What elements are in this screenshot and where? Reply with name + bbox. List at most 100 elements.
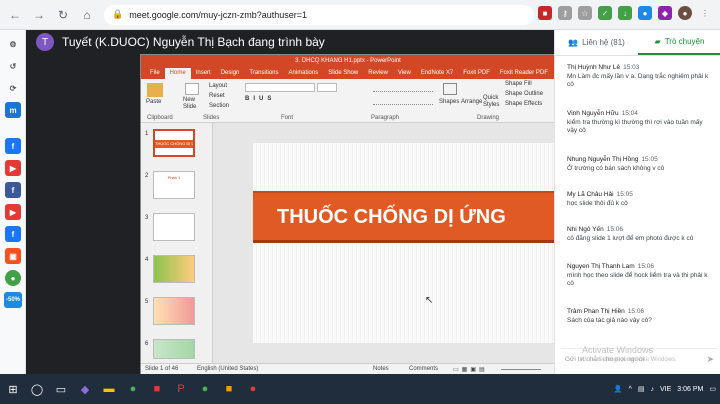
facebook-icon-3[interactable]: f (5, 226, 21, 242)
history-icon[interactable]: ↺ (5, 58, 21, 74)
slide-thumbnail-6[interactable] (153, 339, 195, 359)
recording-icon[interactable]: ● (242, 378, 264, 400)
menu-icon[interactable]: ⋮ (698, 6, 712, 20)
arrange-button[interactable]: Arrange (461, 99, 482, 105)
reload-icon[interactable]: ↻ (54, 6, 72, 24)
profile-avatar[interactable]: ● (678, 6, 692, 20)
camera-icon[interactable]: ■ (538, 6, 552, 20)
slide-thumbnail-4[interactable] (153, 255, 195, 283)
puzzle-icon[interactable]: ◆ (658, 6, 672, 20)
chrome-icon-2[interactable]: ● (194, 378, 216, 400)
slide-thumbnail-1[interactable]: THUỐC CHỐNG DỊ ỨNG (153, 129, 195, 157)
quick-styles-button[interactable]: Quick Styles (483, 95, 501, 109)
app-icon-orange[interactable]: ■ (218, 378, 240, 400)
slide-thumbnail-3[interactable] (153, 213, 195, 241)
youtube-icon[interactable]: ▶ (5, 160, 21, 176)
paste-button[interactable]: Paste (146, 99, 161, 105)
chrome-icon[interactable]: ● (122, 378, 144, 400)
comments-button[interactable]: Comments (409, 366, 438, 372)
clock[interactable]: 3:06 PM (677, 386, 703, 393)
extension-icon[interactable]: ● (638, 6, 652, 20)
title-banner: THUỐC CHỐNG DỊ ỨNG (253, 191, 555, 243)
layout-button[interactable]: Layout (209, 83, 227, 89)
shape-effects-button[interactable]: Shape Effects (505, 101, 542, 107)
tab-foxit-reader[interactable]: Foxit Reader PDF (495, 68, 553, 79)
people-tray-icon[interactable]: 👤 (614, 385, 623, 393)
back-icon[interactable]: ← (6, 6, 24, 24)
notification-icon[interactable]: ▭ (709, 385, 716, 393)
font-style-buttons[interactable]: BIUS (245, 96, 275, 102)
address-bar[interactable]: 🔒 meet.google.com/muy-jczn-zmb?authuser=… (104, 4, 534, 25)
check-icon[interactable]: ✓ (598, 6, 612, 20)
visual-studio-icon[interactable]: ◆ (74, 378, 96, 400)
message-text: cô đăng slide 1 lượt để em photo được k … (567, 235, 694, 242)
facebook-icon[interactable]: f (5, 138, 21, 154)
volume-icon[interactable]: ♪ (651, 386, 655, 393)
tab-view[interactable]: View (393, 68, 416, 79)
new-slide-icon[interactable] (185, 83, 199, 95)
forward-icon[interactable]: → (30, 6, 48, 24)
tab-insert[interactable]: Insert (191, 68, 216, 79)
powerpoint-icon[interactable]: P (170, 378, 192, 400)
view-buttons[interactable]: ▭▦▣▤ (453, 366, 488, 373)
tab-home[interactable]: Home (164, 68, 191, 79)
language-indicator[interactable]: VIE (660, 386, 671, 393)
side-rail: ⚙ ↺ ⟳ m f ▶ f ▶ f ▣ ● -50% (0, 30, 26, 374)
star-icon[interactable]: ☆ (578, 6, 592, 20)
paragraph-list-buttons[interactable] (373, 83, 433, 92)
tab-animations[interactable]: Animations (284, 68, 324, 79)
youtube-icon-2[interactable]: ▶ (5, 204, 21, 220)
message-time: 15:03 (623, 64, 640, 71)
refresh-icon[interactable]: ⟳ (5, 80, 21, 96)
slide-number: 3 (145, 215, 149, 221)
zoom-slider[interactable] (501, 369, 541, 370)
facebook-icon-2[interactable]: f (5, 182, 21, 198)
activate-windows-subtext: Go to Settings to activate Windows. (582, 357, 677, 363)
chat-message: Thị Huỳnh Như Lê 15:03 Mn Làm đc mấy lần … (567, 64, 713, 89)
tab-transitions[interactable]: Transitions (244, 68, 283, 79)
font-name-box[interactable] (245, 83, 315, 92)
slide-thumbnail-2[interactable]: Phần 1 (153, 171, 195, 199)
tab-file[interactable]: File (145, 68, 165, 79)
chevron-up-icon[interactable]: ^ (629, 386, 632, 393)
tab-chat[interactable]: ▰ Trò chuyện (638, 30, 720, 55)
font-size-box[interactable] (317, 83, 337, 92)
messenger-icon[interactable]: m (5, 102, 21, 118)
paragraph-align-buttons[interactable] (373, 96, 433, 105)
search-icon[interactable]: ◯ (26, 378, 48, 400)
browser-toolbar: ← → ↻ ⌂ 🔒 meet.google.com/muy-jczn-zmb?a… (0, 0, 720, 30)
file-explorer-icon[interactable]: ▬ (98, 378, 120, 400)
current-slide[interactable]: THUỐC CHỐNG DỊ ỨNG (253, 143, 555, 343)
tab-endnote[interactable]: EndNote X7 (416, 68, 458, 79)
new-slide-button[interactable]: New Slide (183, 97, 207, 111)
tab-foxit-pdf[interactable]: Foxit PDF (458, 68, 495, 79)
reset-button[interactable]: Reset (209, 93, 225, 99)
shopping-icon[interactable]: ▣ (5, 248, 21, 264)
slide-title[interactable]: THUỐC CHỐNG DỊ ỨNG (277, 206, 506, 229)
home-icon[interactable]: ⌂ (78, 6, 96, 24)
send-icon[interactable]: ➤ (706, 354, 714, 365)
shape-fill-button[interactable]: Shape Fill (505, 81, 532, 87)
slide-thumbnail-5[interactable] (153, 297, 195, 325)
download-icon[interactable]: ↓ (618, 6, 632, 20)
shapes-icon[interactable] (443, 83, 457, 95)
windows-start-icon[interactable]: ⊞ (2, 378, 24, 400)
task-view-icon[interactable]: ▭ (50, 378, 72, 400)
shapes-button[interactable]: Shapes (439, 99, 459, 105)
app-icon[interactable]: ● (5, 270, 21, 286)
key-icon[interactable]: ⚷ (558, 6, 572, 20)
network-icon[interactable]: ▤ (638, 385, 645, 393)
shape-outline-button[interactable]: Shape Outline (505, 91, 543, 97)
language-indicator[interactable]: English (United States) (197, 366, 258, 372)
tab-slide-show[interactable]: Slide Show (323, 68, 363, 79)
section-button[interactable]: Section (209, 103, 229, 109)
app-icon-red[interactable]: ■ (146, 378, 168, 400)
tab-design[interactable]: Design (216, 68, 245, 79)
ppt-ribbon-tabs: File Home Insert Design Transitions Anim… (141, 67, 555, 79)
paste-icon[interactable] (147, 83, 163, 97)
notes-button[interactable]: Notes (373, 366, 389, 372)
tab-review[interactable]: Review (363, 68, 393, 79)
discount-badge[interactable]: -50% (4, 292, 22, 308)
settings-icon[interactable]: ⚙ (5, 36, 21, 52)
tab-people[interactable]: 👥 Liên hệ (81) (555, 30, 638, 55)
